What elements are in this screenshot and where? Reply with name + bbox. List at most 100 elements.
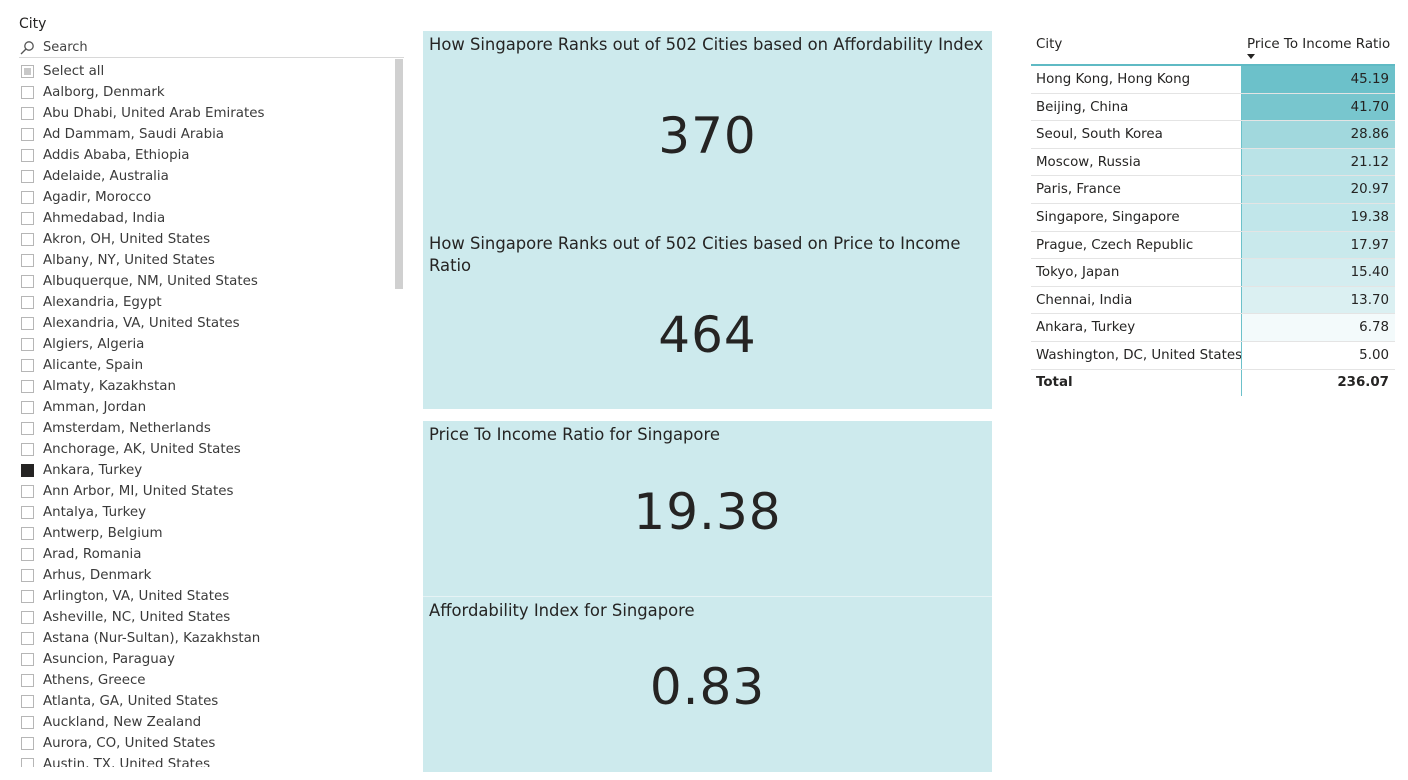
slicer-item-label: Alexandria, VA, United States [43, 316, 240, 331]
slicer-item-checkbox[interactable] [21, 296, 34, 309]
table-cell-ratio: 28.86 [1241, 121, 1395, 148]
slicer-item[interactable]: Alicante, Spain [18, 355, 393, 376]
slicer-item[interactable]: Amman, Jordan [18, 397, 393, 418]
slicer-item[interactable]: Antwerp, Belgium [18, 523, 393, 544]
slicer-item-checkbox[interactable] [21, 107, 34, 120]
slicer-item-checkbox[interactable] [21, 716, 34, 729]
slicer-item-checkbox[interactable] [21, 653, 34, 666]
slicer-item[interactable]: Algiers, Algeria [18, 334, 393, 355]
slicer-item[interactable]: Alexandria, Egypt [18, 292, 393, 313]
slicer-item[interactable]: Atlanta, GA, United States [18, 691, 393, 712]
slicer-item[interactable]: Albuquerque, NM, United States [18, 271, 393, 292]
slicer-search[interactable] [19, 38, 404, 58]
slicer-item-label: Austin, TX, United States [43, 757, 211, 767]
slicer-item-label: Adelaide, Australia [43, 169, 169, 184]
affordability-rank-title: How Singapore Ranks out of 502 Cities ba… [429, 35, 984, 54]
slicer-item-checkbox[interactable] [21, 632, 34, 645]
slicer-item-checkbox[interactable] [21, 611, 34, 624]
table-cell-city: Seoul, South Korea [1036, 127, 1163, 143]
slicer-item[interactable]: Ahmedabad, India [18, 208, 393, 229]
slicer-item-checkbox[interactable] [21, 569, 34, 582]
select-all-checkbox[interactable] [21, 65, 34, 78]
table-row[interactable]: Chennai, India 13.70 [1031, 286, 1395, 315]
slicer-item[interactable]: Albany, NY, United States [18, 250, 393, 271]
slicer-item-checkbox[interactable] [21, 674, 34, 687]
slicer-item-checkbox[interactable] [21, 317, 34, 330]
slicer-item[interactable]: Auckland, New Zealand [18, 712, 393, 733]
slicer-item[interactable]: Ann Arbor, MI, United States [18, 481, 393, 502]
column-header-city[interactable]: City [1036, 37, 1062, 52]
ratio-rank-value: 464 [658, 306, 757, 364]
slicer-item-checkbox[interactable] [21, 359, 34, 372]
slicer-item-checkbox[interactable] [21, 548, 34, 561]
slicer-item-checkbox[interactable] [21, 401, 34, 414]
slicer-item[interactable]: Ankara, Turkey [18, 460, 393, 481]
search-input[interactable] [43, 40, 383, 55]
table-cell-ratio: 13.70 [1241, 286, 1395, 314]
slicer-item-checkbox[interactable] [21, 464, 34, 477]
slicer-item-checkbox[interactable] [21, 758, 34, 767]
slicer-item[interactable]: Addis Ababa, Ethiopia [18, 145, 393, 166]
table-row[interactable]: Hong Kong, Hong Kong 45.19 [1031, 66, 1395, 94]
slicer-item[interactable]: Antalya, Turkey [18, 502, 393, 523]
slicer-item[interactable]: Arad, Romania [18, 544, 393, 565]
column-header-ratio[interactable]: Price To Income Ratio [1247, 37, 1390, 52]
slicer-item[interactable]: Asheville, NC, United States [18, 607, 393, 628]
slicer-item-checkbox[interactable] [21, 254, 34, 267]
slicer-item-label: Akron, OH, United States [43, 232, 211, 247]
slicer-item-checkbox[interactable] [21, 170, 34, 183]
slicer-item-checkbox[interactable] [21, 590, 34, 603]
table-row[interactable]: Beijing, China 41.70 [1031, 93, 1395, 122]
slicer-item-checkbox[interactable] [21, 86, 34, 99]
slicer-scrollbar[interactable] [395, 59, 403, 289]
slicer-item[interactable]: Aurora, CO, United States [18, 733, 393, 754]
slicer-item-checkbox[interactable] [21, 149, 34, 162]
slicer-item-label: Arad, Romania [43, 547, 142, 562]
table-row[interactable]: Paris, France 20.97 [1031, 176, 1395, 204]
slicer-item[interactable]: Agadir, Morocco [18, 187, 393, 208]
slicer-item-checkbox[interactable] [21, 212, 34, 225]
rank-cards-panel: How Singapore Ranks out of 502 Cities ba… [423, 31, 992, 409]
sort-descending-icon[interactable] [1247, 54, 1255, 59]
slicer-item[interactable]: Akron, OH, United States [18, 229, 393, 250]
table-row[interactable]: Tokyo, Japan 15.40 [1031, 259, 1395, 287]
affordability-rank-card: How Singapore Ranks out of 502 Cities ba… [423, 31, 992, 230]
slicer-item[interactable]: Alexandria, VA, United States [18, 313, 393, 334]
slicer-item-label: Abu Dhabi, United Arab Emirates [43, 106, 265, 121]
slicer-item[interactable]: Abu Dhabi, United Arab Emirates [18, 103, 393, 124]
table-row[interactable]: Moscow, Russia 21.12 [1031, 148, 1395, 177]
slicer-item[interactable]: Adelaide, Australia [18, 166, 393, 187]
slicer-item[interactable]: Asuncion, Paraguay [18, 649, 393, 670]
slicer-item[interactable]: Amsterdam, Netherlands [18, 418, 393, 439]
table-row[interactable]: Prague, Czech Republic 17.97 [1031, 231, 1395, 260]
slicer-item-checkbox[interactable] [21, 485, 34, 498]
slicer-item-checkbox[interactable] [21, 380, 34, 393]
slicer-item[interactable]: Arhus, Denmark [18, 565, 393, 586]
slicer-item-label: Antwerp, Belgium [43, 526, 163, 541]
slicer-item-checkbox[interactable] [21, 128, 34, 141]
slicer-item-checkbox[interactable] [21, 191, 34, 204]
slicer-item-checkbox[interactable] [21, 506, 34, 519]
slicer-title: City [19, 16, 47, 32]
slicer-item[interactable]: Arlington, VA, United States [18, 586, 393, 607]
slicer-item-checkbox[interactable] [21, 443, 34, 456]
slicer-item[interactable]: Athens, Greece [18, 670, 393, 691]
slicer-item-checkbox[interactable] [21, 422, 34, 435]
slicer-item[interactable]: Anchorage, AK, United States [18, 439, 393, 460]
slicer-item[interactable]: Ad Dammam, Saudi Arabia [18, 124, 393, 145]
slicer-item[interactable]: Aalborg, Denmark [18, 82, 393, 103]
slicer-item[interactable]: Austin, TX, United States [18, 754, 393, 767]
slicer-item-checkbox[interactable] [21, 527, 34, 540]
slicer-item[interactable]: Astana (Nur-Sultan), Kazakhstan [18, 628, 393, 649]
slicer-item-checkbox[interactable] [21, 338, 34, 351]
table-row[interactable]: Washington, DC, United States 5.00 [1031, 341, 1395, 370]
slicer-item-checkbox[interactable] [21, 275, 34, 288]
table-row[interactable]: Seoul, South Korea 28.86 [1031, 121, 1395, 149]
table-row[interactable]: Singapore, Singapore 19.38 [1031, 203, 1395, 232]
slicer-item-checkbox[interactable] [21, 737, 34, 750]
slicer-item[interactable]: Almaty, Kazakhstan [18, 376, 393, 397]
slicer-item-checkbox[interactable] [21, 233, 34, 246]
slicer-item-checkbox[interactable] [21, 695, 34, 708]
select-all-item[interactable]: Select all [18, 61, 393, 82]
table-row[interactable]: Ankara, Turkey 6.78 [1031, 314, 1395, 342]
